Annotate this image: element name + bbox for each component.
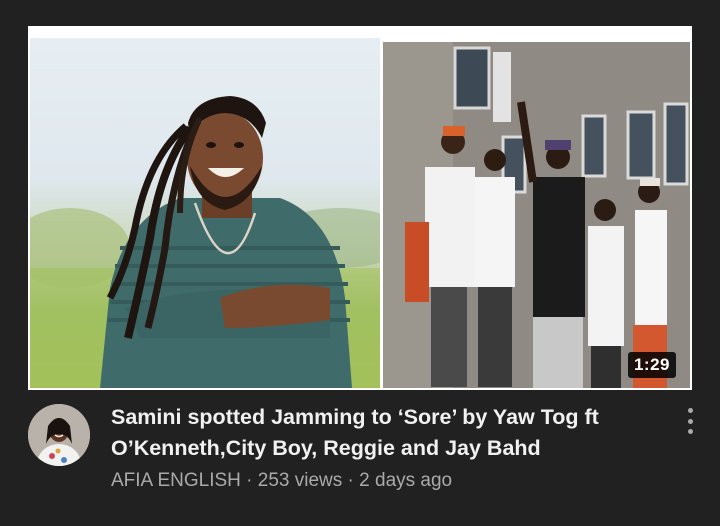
view-count: 253 views (257, 470, 343, 491)
thumbnail-left-photo (30, 38, 380, 388)
video-duration-badge: 1:29 (627, 352, 676, 378)
more-vert-icon[interactable] (680, 406, 700, 436)
video-thumbnail[interactable]: 1:29 (30, 38, 690, 388)
portrait-illustration (30, 96, 380, 388)
kebab-dot (687, 429, 693, 434)
video-thumbnail-frame[interactable]: 1:29 (28, 26, 692, 390)
video-title[interactable]: Samini spotted Jamming to ‘Sore’ by Yaw … (111, 402, 651, 464)
avatar-image (28, 404, 90, 466)
meta-separator: · (246, 470, 253, 491)
thumbnail-right-photo: 1:29 (383, 42, 690, 388)
group-illustration (383, 42, 690, 388)
kebab-dot (687, 418, 693, 424)
video-metadata: AFIA ENGLISH · 253 views · 2 days ago (111, 470, 452, 492)
upload-age: 2 days ago (359, 470, 453, 491)
kebab-dot (687, 408, 693, 413)
channel-name[interactable]: AFIA ENGLISH (111, 470, 241, 491)
meta-separator: · (347, 470, 354, 491)
channel-avatar[interactable] (28, 404, 90, 466)
